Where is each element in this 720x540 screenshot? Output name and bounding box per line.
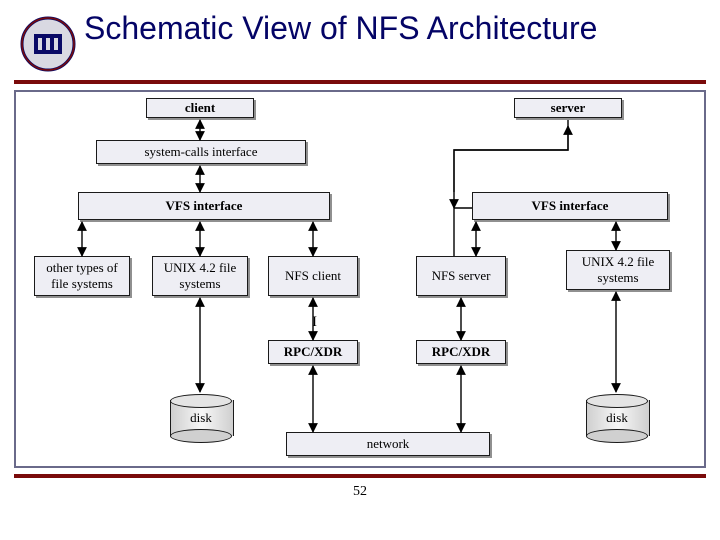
box-unix-client: UNIX 4.2 file systems xyxy=(152,256,248,296)
box-system-calls: system-calls interface xyxy=(96,140,306,164)
box-unix-server: UNIX 4.2 file systems xyxy=(566,250,670,290)
diagram-container: client server system-calls interface VFS… xyxy=(0,84,720,474)
university-logo-icon xyxy=(20,16,76,72)
header-client: client xyxy=(146,98,254,118)
disk-server-icon: disk xyxy=(586,394,648,444)
box-vfs-client: VFS interface xyxy=(78,192,330,220)
slide: Schematic View of NFS Architecture clien… xyxy=(0,0,720,540)
slide-header: Schematic View of NFS Architecture xyxy=(0,0,720,72)
nfs-diagram: client server system-calls interface VFS… xyxy=(14,90,706,468)
box-network: network xyxy=(286,432,490,456)
box-other-fs: other types of file systems xyxy=(34,256,130,296)
box-rpc-server: RPC/XDR xyxy=(416,340,506,364)
box-vfs-server: VFS interface xyxy=(472,192,668,220)
box-nfs-server: NFS server xyxy=(416,256,506,296)
disk-client-icon: disk xyxy=(170,394,232,444)
page-number: 52 xyxy=(0,484,720,500)
text-cursor-icon: I xyxy=(312,314,317,331)
disk-server-label: disk xyxy=(586,410,648,426)
footer-rule xyxy=(14,474,706,478)
box-rpc-client: RPC/XDR xyxy=(268,340,358,364)
disk-client-label: disk xyxy=(170,410,232,426)
header-server: server xyxy=(514,98,622,118)
box-nfs-client: NFS client xyxy=(268,256,358,296)
slide-title: Schematic View of NFS Architecture xyxy=(84,10,597,46)
